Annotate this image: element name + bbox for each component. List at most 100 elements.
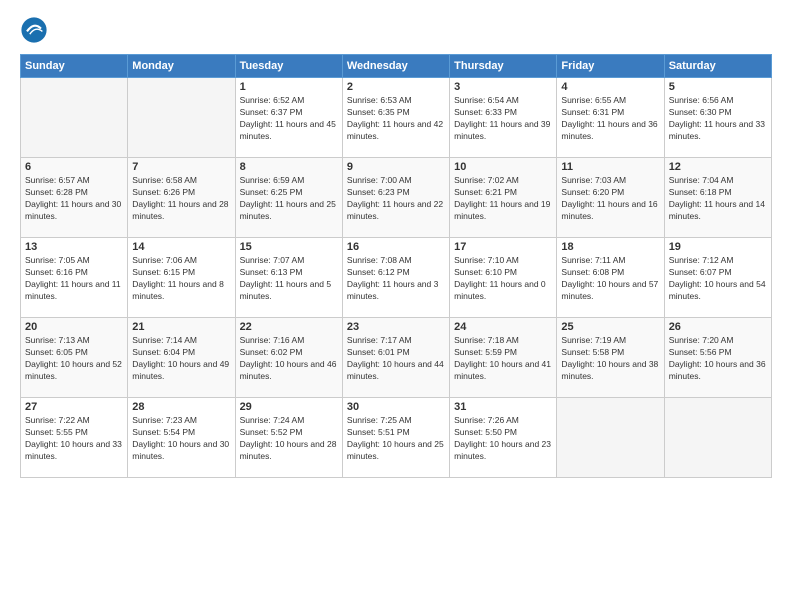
day-number: 22 bbox=[240, 321, 338, 333]
day-info: Sunrise: 7:25 AMSunset: 5:51 PMDaylight:… bbox=[347, 415, 445, 463]
calendar-cell bbox=[21, 78, 128, 158]
day-number: 3 bbox=[454, 81, 552, 93]
calendar-cell: 8 Sunrise: 6:59 AMSunset: 6:25 PMDaylight… bbox=[235, 158, 342, 238]
day-info: Sunrise: 7:14 AMSunset: 6:04 PMDaylight:… bbox=[132, 335, 230, 383]
day-number: 28 bbox=[132, 401, 230, 413]
day-info: Sunrise: 7:11 AMSunset: 6:08 PMDaylight:… bbox=[561, 255, 659, 303]
weekday-header-wednesday: Wednesday bbox=[342, 55, 449, 78]
calendar-cell: 12 Sunrise: 7:04 AMSunset: 6:18 PMDayligh… bbox=[664, 158, 771, 238]
calendar-cell: 17Sunrise: 7:10 AMSunset: 6:10 PMDayligh… bbox=[450, 238, 557, 318]
day-number: 26 bbox=[669, 321, 767, 333]
calendar-cell: 29 Sunrise: 7:24 AMSunset: 5:52 PMDayligh… bbox=[235, 398, 342, 478]
day-number: 31 bbox=[454, 401, 552, 413]
day-number: 25 bbox=[561, 321, 659, 333]
calendar-cell: 20Sunrise: 7:13 AMSunset: 6:05 PMDayligh… bbox=[21, 318, 128, 398]
calendar-cell: 4 Sunrise: 6:55 AMSunset: 6:31 PMDaylight… bbox=[557, 78, 664, 158]
day-number: 27 bbox=[25, 401, 123, 413]
day-info: Sunrise: 6:56 AMSunset: 6:30 PMDaylight:… bbox=[669, 95, 767, 143]
day-number: 8 bbox=[240, 161, 338, 173]
calendar-cell: 27Sunrise: 7:22 AMSunset: 5:55 PMDayligh… bbox=[21, 398, 128, 478]
calendar-cell: 9Sunrise: 7:00 AMSunset: 6:23 PMDaylight… bbox=[342, 158, 449, 238]
day-number: 14 bbox=[132, 241, 230, 253]
day-info: Sunrise: 7:03 AMSunset: 6:20 PMDaylight:… bbox=[561, 175, 659, 223]
calendar-cell: 18 Sunrise: 7:11 AMSunset: 6:08 PMDayligh… bbox=[557, 238, 664, 318]
calendar-container: SundayMondayTuesdayWednesdayThursdayFrid… bbox=[0, 0, 792, 488]
day-info: Sunrise: 7:00 AMSunset: 6:23 PMDaylight:… bbox=[347, 175, 445, 223]
day-info: Sunrise: 6:58 AMSunset: 6:26 PMDaylight:… bbox=[132, 175, 230, 223]
weekday-header-thursday: Thursday bbox=[450, 55, 557, 78]
day-info: Sunrise: 7:12 AMSunset: 6:07 PMDaylight:… bbox=[669, 255, 767, 303]
calendar-cell: 21Sunrise: 7:14 AMSunset: 6:04 PMDayligh… bbox=[128, 318, 235, 398]
day-number: 4 bbox=[561, 81, 659, 93]
calendar-cell: 1 Sunrise: 6:52 AMSunset: 6:37 PMDaylight… bbox=[235, 78, 342, 158]
calendar-cell: 26 Sunrise: 7:20 AMSunset: 5:56 PMDayligh… bbox=[664, 318, 771, 398]
calendar-cell: 6 Sunrise: 6:57 AMSunset: 6:28 PMDaylight… bbox=[21, 158, 128, 238]
calendar-cell: 14 Sunrise: 7:06 AMSunset: 6:15 PMDayligh… bbox=[128, 238, 235, 318]
day-info: Sunrise: 6:52 AMSunset: 6:37 PMDaylight:… bbox=[240, 95, 338, 143]
day-number: 15 bbox=[240, 241, 338, 253]
day-number: 10 bbox=[454, 161, 552, 173]
weekday-header-saturday: Saturday bbox=[664, 55, 771, 78]
calendar-cell: 5Sunrise: 6:56 AMSunset: 6:30 PMDaylight… bbox=[664, 78, 771, 158]
day-info: Sunrise: 7:17 AMSunset: 6:01 PMDaylight:… bbox=[347, 335, 445, 383]
day-number: 18 bbox=[561, 241, 659, 253]
week-row-3: 13Sunrise: 7:05 AMSunset: 6:16 PMDayligh… bbox=[21, 238, 772, 318]
day-info: Sunrise: 6:53 AMSunset: 6:35 PMDaylight:… bbox=[347, 95, 445, 143]
day-number: 19 bbox=[669, 241, 767, 253]
day-number: 23 bbox=[347, 321, 445, 333]
day-number: 30 bbox=[347, 401, 445, 413]
calendar-cell: 10 Sunrise: 7:02 AMSunset: 6:21 PMDayligh… bbox=[450, 158, 557, 238]
calendar-cell: 11 Sunrise: 7:03 AMSunset: 6:20 PMDayligh… bbox=[557, 158, 664, 238]
week-row-5: 27Sunrise: 7:22 AMSunset: 5:55 PMDayligh… bbox=[21, 398, 772, 478]
day-number: 11 bbox=[561, 161, 659, 173]
calendar-cell: 2 Sunrise: 6:53 AMSunset: 6:35 PMDaylight… bbox=[342, 78, 449, 158]
day-info: Sunrise: 7:24 AMSunset: 5:52 PMDaylight:… bbox=[240, 415, 338, 463]
day-info: Sunrise: 7:10 AMSunset: 6:10 PMDaylight:… bbox=[454, 255, 552, 303]
day-info: Sunrise: 7:05 AMSunset: 6:16 PMDaylight:… bbox=[25, 255, 123, 303]
day-number: 2 bbox=[347, 81, 445, 93]
calendar-cell: 19 Sunrise: 7:12 AMSunset: 6:07 PMDayligh… bbox=[664, 238, 771, 318]
day-info: Sunrise: 7:18 AMSunset: 5:59 PMDaylight:… bbox=[454, 335, 552, 383]
day-number: 12 bbox=[669, 161, 767, 173]
calendar-cell: 16 Sunrise: 7:08 AMSunset: 6:12 PMDayligh… bbox=[342, 238, 449, 318]
calendar-cell: 13Sunrise: 7:05 AMSunset: 6:16 PMDayligh… bbox=[21, 238, 128, 318]
weekday-header-sunday: Sunday bbox=[21, 55, 128, 78]
weekday-header-tuesday: Tuesday bbox=[235, 55, 342, 78]
header bbox=[20, 16, 772, 44]
day-info: Sunrise: 6:54 AMSunset: 6:33 PMDaylight:… bbox=[454, 95, 552, 143]
day-info: Sunrise: 7:23 AMSunset: 5:54 PMDaylight:… bbox=[132, 415, 230, 463]
calendar-table: SundayMondayTuesdayWednesdayThursdayFrid… bbox=[20, 54, 772, 478]
day-number: 6 bbox=[25, 161, 123, 173]
day-info: Sunrise: 7:02 AMSunset: 6:21 PMDaylight:… bbox=[454, 175, 552, 223]
day-number: 29 bbox=[240, 401, 338, 413]
calendar-cell bbox=[128, 78, 235, 158]
calendar-cell bbox=[557, 398, 664, 478]
day-info: Sunrise: 7:08 AMSunset: 6:12 PMDaylight:… bbox=[347, 255, 445, 303]
logo-icon bbox=[20, 16, 48, 44]
day-info: Sunrise: 7:16 AMSunset: 6:02 PMDaylight:… bbox=[240, 335, 338, 383]
calendar-cell: 7 Sunrise: 6:58 AMSunset: 6:26 PMDaylight… bbox=[128, 158, 235, 238]
day-info: Sunrise: 7:04 AMSunset: 6:18 PMDaylight:… bbox=[669, 175, 767, 223]
week-row-1: 1 Sunrise: 6:52 AMSunset: 6:37 PMDaylight… bbox=[21, 78, 772, 158]
day-number: 16 bbox=[347, 241, 445, 253]
calendar-cell: 15 Sunrise: 7:07 AMSunset: 6:13 PMDayligh… bbox=[235, 238, 342, 318]
week-row-2: 6 Sunrise: 6:57 AMSunset: 6:28 PMDaylight… bbox=[21, 158, 772, 238]
weekday-header-monday: Monday bbox=[128, 55, 235, 78]
weekday-header-friday: Friday bbox=[557, 55, 664, 78]
day-info: Sunrise: 7:06 AMSunset: 6:15 PMDaylight:… bbox=[132, 255, 230, 303]
day-number: 24 bbox=[454, 321, 552, 333]
day-info: Sunrise: 6:57 AMSunset: 6:28 PMDaylight:… bbox=[25, 175, 123, 223]
calendar-cell: 22 Sunrise: 7:16 AMSunset: 6:02 PMDayligh… bbox=[235, 318, 342, 398]
day-info: Sunrise: 7:20 AMSunset: 5:56 PMDaylight:… bbox=[669, 335, 767, 383]
calendar-cell: 23 Sunrise: 7:17 AMSunset: 6:01 PMDayligh… bbox=[342, 318, 449, 398]
day-info: Sunrise: 7:07 AMSunset: 6:13 PMDaylight:… bbox=[240, 255, 338, 303]
day-info: Sunrise: 6:55 AMSunset: 6:31 PMDaylight:… bbox=[561, 95, 659, 143]
day-number: 1 bbox=[240, 81, 338, 93]
calendar-cell: 31Sunrise: 7:26 AMSunset: 5:50 PMDayligh… bbox=[450, 398, 557, 478]
day-number: 7 bbox=[132, 161, 230, 173]
calendar-cell: 25Sunrise: 7:19 AMSunset: 5:58 PMDayligh… bbox=[557, 318, 664, 398]
day-number: 20 bbox=[25, 321, 123, 333]
day-info: Sunrise: 6:59 AMSunset: 6:25 PMDaylight:… bbox=[240, 175, 338, 223]
calendar-cell: 3 Sunrise: 6:54 AMSunset: 6:33 PMDaylight… bbox=[450, 78, 557, 158]
weekday-header-row: SundayMondayTuesdayWednesdayThursdayFrid… bbox=[21, 55, 772, 78]
